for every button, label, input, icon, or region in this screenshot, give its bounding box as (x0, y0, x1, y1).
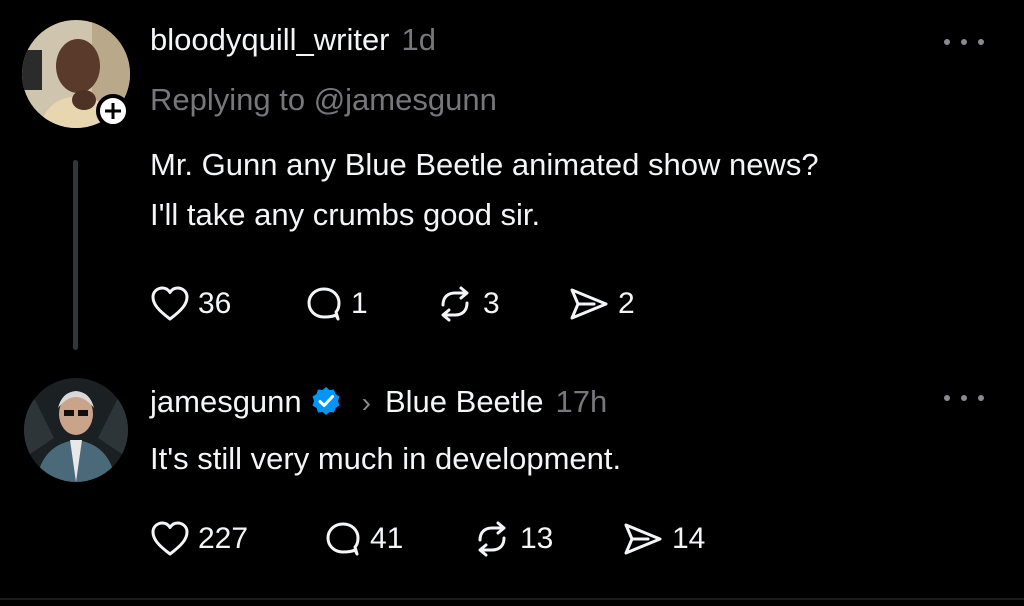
bottom-divider (0, 598, 1024, 600)
post-header: jamesgunn › Blue Beetle 17h (150, 380, 607, 420)
username[interactable]: bloodyquill_writer (150, 22, 390, 58)
more-dot (961, 395, 967, 401)
post-time[interactable]: 1d (402, 22, 436, 58)
reply-count: 41 (370, 522, 404, 555)
more-options-button[interactable] (944, 388, 984, 408)
like-button[interactable]: 227 (150, 517, 248, 561)
post-body-line: I'll take any crumbs good sir. (150, 197, 541, 232)
share-button[interactable]: 14 (622, 517, 705, 561)
more-dot (978, 39, 984, 45)
post-body: Mr. Gunn any Blue Beetle animated show n… (150, 140, 819, 240)
like-count: 227 (198, 522, 249, 555)
comment-icon (307, 287, 341, 321)
more-options-icon (944, 395, 950, 401)
repost-count: 3 (483, 287, 500, 320)
thread-line (73, 160, 78, 350)
heart-icon (151, 286, 189, 321)
share-button[interactable]: 2 (568, 282, 635, 326)
more-options-button[interactable] (944, 32, 984, 52)
post-body-line: Mr. Gunn any Blue Beetle animated show n… (150, 147, 819, 182)
comment-icon (326, 522, 360, 556)
more-options-icon (944, 39, 950, 45)
verified-badge-icon (310, 385, 342, 425)
post-time[interactable]: 17h (556, 384, 608, 420)
reply-button[interactable]: 1 (305, 282, 368, 326)
send-icon (570, 288, 608, 320)
avatar-jamesgunn[interactable] (24, 378, 128, 482)
avatar-photo-icon (24, 378, 128, 482)
action-bar: 36 1 3 2 (150, 282, 670, 326)
post-jamesgunn: jamesgunn › Blue Beetle 17h It's still v… (0, 360, 1024, 600)
repost-button[interactable]: 3 (435, 282, 500, 326)
post-header: bloodyquill_writer 1d (150, 22, 436, 58)
repost-icon (441, 286, 469, 322)
repost-icon (478, 521, 506, 557)
username[interactable]: jamesgunn (150, 384, 302, 420)
repost-count: 13 (520, 522, 554, 555)
like-count: 36 (198, 287, 232, 320)
replying-to-label[interactable]: Replying to @jamesgunn (150, 82, 497, 118)
action-bar: 227 41 13 14 (150, 517, 730, 561)
more-dot (961, 39, 967, 45)
post-body-line: It's still very much in development. (150, 441, 622, 476)
share-count: 14 (672, 522, 706, 555)
like-button[interactable]: 36 (150, 282, 231, 326)
more-dot (978, 395, 984, 401)
heart-icon (151, 521, 189, 556)
share-count: 2 (618, 287, 635, 320)
chevron-right-icon: › (361, 387, 371, 418)
post-bloodyquill: bloodyquill_writer 1d Replying to @james… (0, 0, 1024, 360)
send-icon (624, 523, 662, 555)
post-body: It's still very much in development. (150, 434, 621, 484)
reply-button[interactable]: 41 (324, 517, 403, 561)
reply-count: 1 (351, 287, 368, 320)
repost-button[interactable]: 13 (472, 517, 553, 561)
plus-icon (105, 103, 121, 119)
follow-button[interactable] (96, 94, 130, 128)
topic-tag[interactable]: Blue Beetle (385, 384, 544, 420)
